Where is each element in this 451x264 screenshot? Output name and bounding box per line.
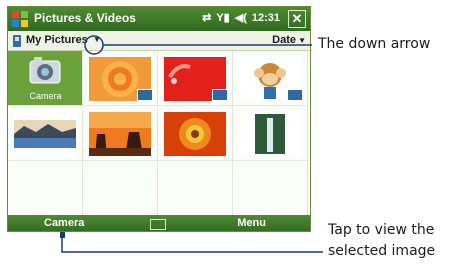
callout-tap-line1: Tap to view the	[328, 222, 435, 238]
camera-softkey-marker	[60, 232, 65, 238]
tap-callout-line	[61, 238, 323, 253]
callout-tap-line2: selected image	[328, 243, 436, 259]
down-arrow-highlight	[84, 35, 104, 55]
callout-down-arrow: The down arrow	[318, 36, 431, 52]
